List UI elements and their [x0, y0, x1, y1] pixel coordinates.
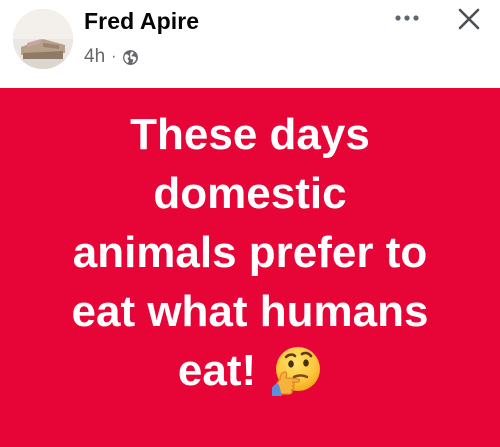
thinking-face-icon [268, 344, 322, 398]
globe-icon[interactable] [122, 49, 139, 66]
post-text-line: eat what humans [71, 287, 429, 336]
more-horizontal-icon[interactable] [390, 6, 424, 30]
post-text-line: domestic [153, 169, 347, 218]
post-text-line: eat! [177, 346, 257, 395]
close-icon[interactable] [451, 3, 487, 35]
facebook-post: Fred Apire 4h · These days domestic anim… [0, 0, 500, 447]
post-text-line: animals prefer to [72, 228, 428, 277]
post-message: These days domestic animals prefer to ea… [10, 105, 490, 400]
post-header: Fred Apire 4h · [0, 0, 500, 88]
avatar-image [13, 9, 73, 69]
post-text-line: These days [130, 110, 370, 159]
meta-separator: · [111, 48, 117, 65]
author-avatar[interactable] [13, 9, 73, 69]
post-meta: 4h · [84, 44, 139, 70]
text-post-background: These days domestic animals prefer to ea… [0, 88, 500, 447]
author-name[interactable]: Fred Apire [84, 8, 199, 35]
post-text-last-line: eat! [10, 341, 490, 400]
post-time[interactable]: 4h [84, 46, 105, 68]
